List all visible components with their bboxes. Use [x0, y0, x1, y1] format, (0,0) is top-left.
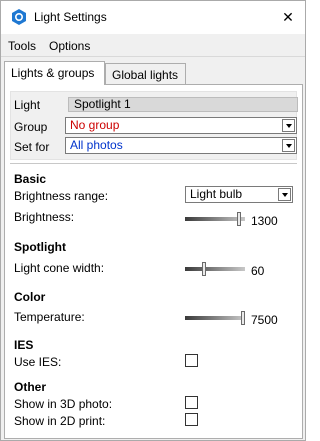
title-bar: Light Settings ✕: [1, 1, 305, 34]
group-dropdown[interactable]: No group: [65, 117, 297, 134]
set-for-dropdown[interactable]: All photos: [65, 137, 297, 154]
slider-track: [185, 267, 245, 271]
menu-tools[interactable]: Tools: [8, 39, 36, 53]
chevron-down-icon[interactable]: [278, 188, 291, 201]
temperature-label: Temperature:: [14, 310, 85, 324]
light-cone-width-label: Light cone width:: [14, 261, 105, 275]
temperature-slider[interactable]: [185, 311, 247, 325]
slider-track: [185, 316, 245, 320]
section-ies-heading: IES: [14, 338, 34, 352]
tab-strip: Lights & groups Global lights: [4, 61, 302, 85]
brightness-label: Brightness:: [14, 210, 75, 224]
tab-panel-lights: Light Spotlight 1 Group No group Set for…: [4, 84, 303, 439]
light-selection-panel: Light Spotlight 1 Group No group Set for…: [10, 91, 298, 160]
use-ies-label: Use IES:: [14, 355, 62, 369]
slider-thumb[interactable]: [237, 212, 241, 226]
group-label: Group: [14, 120, 48, 134]
show-in-2d-print-checkbox[interactable]: [185, 413, 198, 426]
group-value: No group: [70, 118, 120, 132]
chevron-down-icon[interactable]: [282, 119, 295, 132]
brightness-range-label: Brightness range:: [14, 189, 109, 203]
close-icon: ✕: [282, 9, 294, 25]
section-other-heading: Other: [14, 380, 47, 394]
brightness-value: 1300: [251, 214, 278, 228]
brightness-range-value: Light bulb: [190, 187, 243, 201]
chevron-down-icon[interactable]: [282, 139, 295, 152]
light-name-field: Spotlight 1: [68, 97, 298, 112]
divider: [10, 163, 297, 164]
section-color-heading: Color: [14, 290, 46, 304]
show-in-3d-photo-label: Show in 3D photo:: [14, 397, 113, 411]
light-cone-width-slider[interactable]: [185, 262, 247, 276]
show-in-3d-photo-checkbox[interactable]: [185, 396, 198, 409]
menu-options[interactable]: Options: [49, 39, 90, 53]
slider-thumb[interactable]: [202, 262, 206, 276]
brightness-slider[interactable]: [185, 212, 247, 226]
temperature-value: 7500: [251, 313, 278, 327]
set-for-label: Set for: [14, 140, 50, 154]
close-button[interactable]: ✕: [271, 1, 305, 34]
window-title: Light Settings: [34, 10, 107, 24]
app-hexagon-icon: [12, 9, 26, 25]
tab-lights-and-groups[interactable]: Lights & groups: [4, 61, 105, 85]
section-spotlight-heading: Spotlight: [14, 240, 66, 254]
menu-bar: Tools Options: [1, 34, 305, 57]
brightness-range-dropdown[interactable]: Light bulb: [185, 186, 293, 203]
light-settings-window: Light Settings ✕ Tools Options Lights & …: [0, 0, 306, 441]
set-for-value: All photos: [70, 138, 123, 152]
use-ies-checkbox[interactable]: [185, 354, 198, 367]
slider-thumb[interactable]: [241, 311, 245, 325]
light-cone-width-value: 60: [251, 264, 265, 278]
light-label: Light: [14, 98, 41, 112]
section-basic-heading: Basic: [14, 172, 47, 186]
show-in-2d-print-label: Show in 2D print:: [14, 414, 106, 428]
tab-global-lights[interactable]: Global lights: [105, 63, 186, 85]
slider-track: [185, 217, 245, 221]
